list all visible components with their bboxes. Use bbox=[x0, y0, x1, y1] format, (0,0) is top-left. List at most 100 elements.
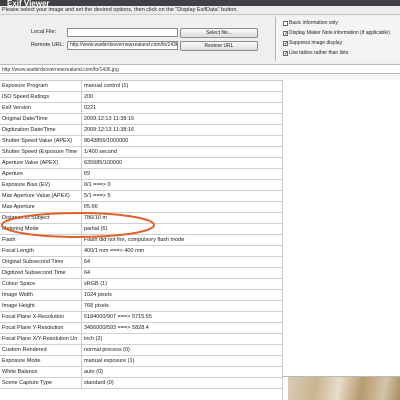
table-row: Focal Plane X-Resolution 5184000/907 ===>… bbox=[0, 312, 282, 323]
table-row: Distance to Subject 786/10 m bbox=[0, 213, 282, 224]
option-label: Use tables rather than lists bbox=[289, 50, 349, 56]
table-row: Digitization Date/Time 2009:12:13 11:38:1… bbox=[0, 125, 282, 136]
option-use-tables[interactable]: ✓ Use tables rather than lists bbox=[283, 50, 349, 57]
option-basic-info[interactable]: Basic information only bbox=[283, 20, 338, 27]
exif-key: Metering Mode bbox=[2, 226, 39, 232]
exif-value: f/9 bbox=[81, 169, 281, 180]
exif-value: inch (2) bbox=[81, 334, 281, 345]
table-row: Max Aperture f/5.66 bbox=[0, 202, 282, 213]
exif-key: Scene Capture Type bbox=[2, 380, 53, 386]
exif-key: Original Date/Time bbox=[2, 116, 48, 122]
table-row: Aperture Value (APEX) 635985/100000 bbox=[0, 158, 282, 169]
local-file-input[interactable] bbox=[67, 28, 178, 37]
option-label: Display Maker Note information (if appli… bbox=[289, 30, 390, 36]
exif-key: Shutter Speed Value (APEX) bbox=[2, 138, 73, 144]
exif-key: Image Height bbox=[2, 303, 35, 309]
exif-value: manual control (1) bbox=[81, 81, 281, 92]
exif-key: Focal Plane X/Y-Resolution Unit bbox=[2, 336, 77, 342]
exif-key: Shutter Speed (Exposure Time) bbox=[2, 149, 77, 155]
exif-value: 0/1 ===> 0 bbox=[81, 180, 281, 191]
checkbox-use-tables[interactable]: ✓ bbox=[283, 51, 288, 57]
option-label: Basic information only bbox=[289, 20, 338, 26]
select-file-button[interactable]: Select file... bbox=[180, 28, 258, 38]
exif-value: 64 bbox=[81, 268, 281, 279]
table-row: Exif Version 0221 bbox=[0, 103, 282, 114]
remote-url-label: Remote URL: bbox=[31, 42, 65, 48]
exif-value: manual exposure (1) bbox=[81, 356, 281, 367]
exif-value: 3456000/593 ===> 5828.4 bbox=[81, 323, 281, 334]
exif-key: Digitized Subsecond Time bbox=[2, 270, 66, 276]
exif-key: Focal Length bbox=[2, 248, 34, 254]
table-row: Image Height 768 pixels bbox=[0, 301, 282, 312]
exif-key: Distance to Subject bbox=[2, 215, 50, 221]
exif-key: White Balance bbox=[2, 369, 38, 375]
exif-key: Image Width bbox=[2, 292, 33, 298]
table-row: ISO Speed Ratings 200 bbox=[0, 92, 282, 103]
exif-value: auto (0) bbox=[81, 367, 281, 378]
exif-value: 400/1 mm ===> 400 mm bbox=[81, 246, 281, 257]
exif-key: Aperture bbox=[2, 171, 24, 177]
exif-value: 2009:12:13 11:38:16 bbox=[81, 125, 281, 136]
table-row: Aperture f/9 bbox=[0, 169, 282, 180]
option-label: Suppress image display bbox=[289, 40, 343, 46]
exif-key: Exposure Bias (EV) bbox=[2, 182, 50, 188]
table-row: Metering Mode partial (6) bbox=[0, 224, 282, 235]
right-pane bbox=[282, 80, 400, 400]
exif-value: sRGB (1) bbox=[81, 279, 281, 290]
table-row: Exposure Bias (EV) 0/1 ===> 0 bbox=[0, 180, 282, 191]
exif-value: Flash did not fire, compulsory flash mod… bbox=[81, 235, 281, 246]
instructions-text: Please select your image and set the des… bbox=[0, 6, 400, 15]
options-panel: Basic information only ✓ Display Maker N… bbox=[275, 17, 400, 61]
exif-key: Exposure Program bbox=[2, 83, 48, 89]
exif-key: Exposure Mode bbox=[2, 358, 41, 364]
table-row: Shutter Speed Value (APEX) 8643856/100000… bbox=[0, 136, 282, 147]
exif-value: 768 pixels bbox=[81, 301, 281, 312]
local-file-label: Local File: bbox=[31, 29, 57, 35]
exif-value: 635985/100000 bbox=[81, 158, 281, 169]
exif-key: Aperture Value (APEX) bbox=[2, 160, 59, 166]
table-row: Focal Plane X/Y-Resolution Unit inch (2) bbox=[0, 334, 282, 345]
exif-value: 5/1 ===> 5 bbox=[81, 191, 281, 202]
option-suppress-image[interactable]: ✓ Suppress image display bbox=[283, 40, 343, 47]
table-row: Max Aperture Value (APEX) 5/1 ===> 5 bbox=[0, 191, 282, 202]
table-row: Custom Rendered normal process (0) bbox=[0, 345, 282, 356]
table-row: Digitized Subsecond Time 64 bbox=[0, 268, 282, 279]
table-row: Exposure Mode manual exposure (1) bbox=[0, 356, 282, 367]
exif-value: standard (0) bbox=[81, 378, 281, 389]
option-maker-note[interactable]: ✓ Display Maker Note information (if app… bbox=[283, 30, 390, 37]
exif-key: Flash bbox=[2, 237, 16, 243]
table-row: Colour Space sRGB (1) bbox=[0, 279, 282, 290]
exif-key: Focal Plane X-Resolution bbox=[2, 314, 65, 320]
current-image-url[interactable]: http://www.warbirdsovernewzealand.com/fo… bbox=[0, 66, 400, 74]
exif-key: Max Aperture Value (APEX) bbox=[2, 193, 70, 199]
exif-value: 64 bbox=[81, 257, 281, 268]
exif-value: 200 bbox=[81, 92, 281, 103]
exif-data-table: Exposure Program manual control (1) ISO Sp… bbox=[0, 80, 282, 400]
exif-key: Exif Version bbox=[2, 105, 32, 111]
checkbox-basic-info[interactable] bbox=[283, 21, 288, 26]
table-row: Exposure Program manual control (1) bbox=[0, 81, 282, 92]
table-row: Image Width 1024 pixels bbox=[0, 290, 282, 301]
exif-value: f/5.66 bbox=[81, 202, 281, 213]
remote-url-input[interactable]: http://www.warbirdsovernewzealand.com/fo… bbox=[67, 41, 178, 50]
exif-value: 2009:12:13 11:38:16 bbox=[81, 114, 281, 125]
image-preview-fragment bbox=[288, 377, 400, 400]
exif-value: 8643856/1000000 bbox=[81, 136, 281, 147]
exif-key: ISO Speed Ratings bbox=[2, 94, 50, 100]
table-row: Flash Flash did not fire, compulsory flas… bbox=[0, 235, 282, 246]
checkbox-suppress-image[interactable]: ✓ bbox=[283, 41, 288, 47]
table-row: Original Date/Time 2009:12:13 11:38:16 bbox=[0, 114, 282, 125]
exif-value: 5184000/907 ===> 5715.55 bbox=[81, 312, 281, 323]
table-row: Scene Capture Type standard (0) bbox=[0, 378, 282, 389]
exif-key: Max Aperture bbox=[2, 204, 35, 210]
table-row: Shutter Speed (Exposure Time) 1/400 secon… bbox=[0, 147, 282, 158]
exif-key: Focal Plane Y-Resolution bbox=[2, 325, 64, 331]
exif-key: Original Subsecond Time bbox=[2, 259, 64, 265]
table-row: White Balance auto (0) bbox=[0, 367, 282, 378]
table-row: Focal Plane Y-Resolution 3456000/593 ===>… bbox=[0, 323, 282, 334]
restore-url-button[interactable]: Restore URL bbox=[180, 41, 258, 51]
exif-value: normal process (0) bbox=[81, 345, 281, 356]
exif-key: Custom Rendered bbox=[2, 347, 47, 353]
checkbox-maker-note[interactable]: ✓ bbox=[283, 31, 288, 37]
exif-value: 1/400 second bbox=[81, 147, 281, 158]
